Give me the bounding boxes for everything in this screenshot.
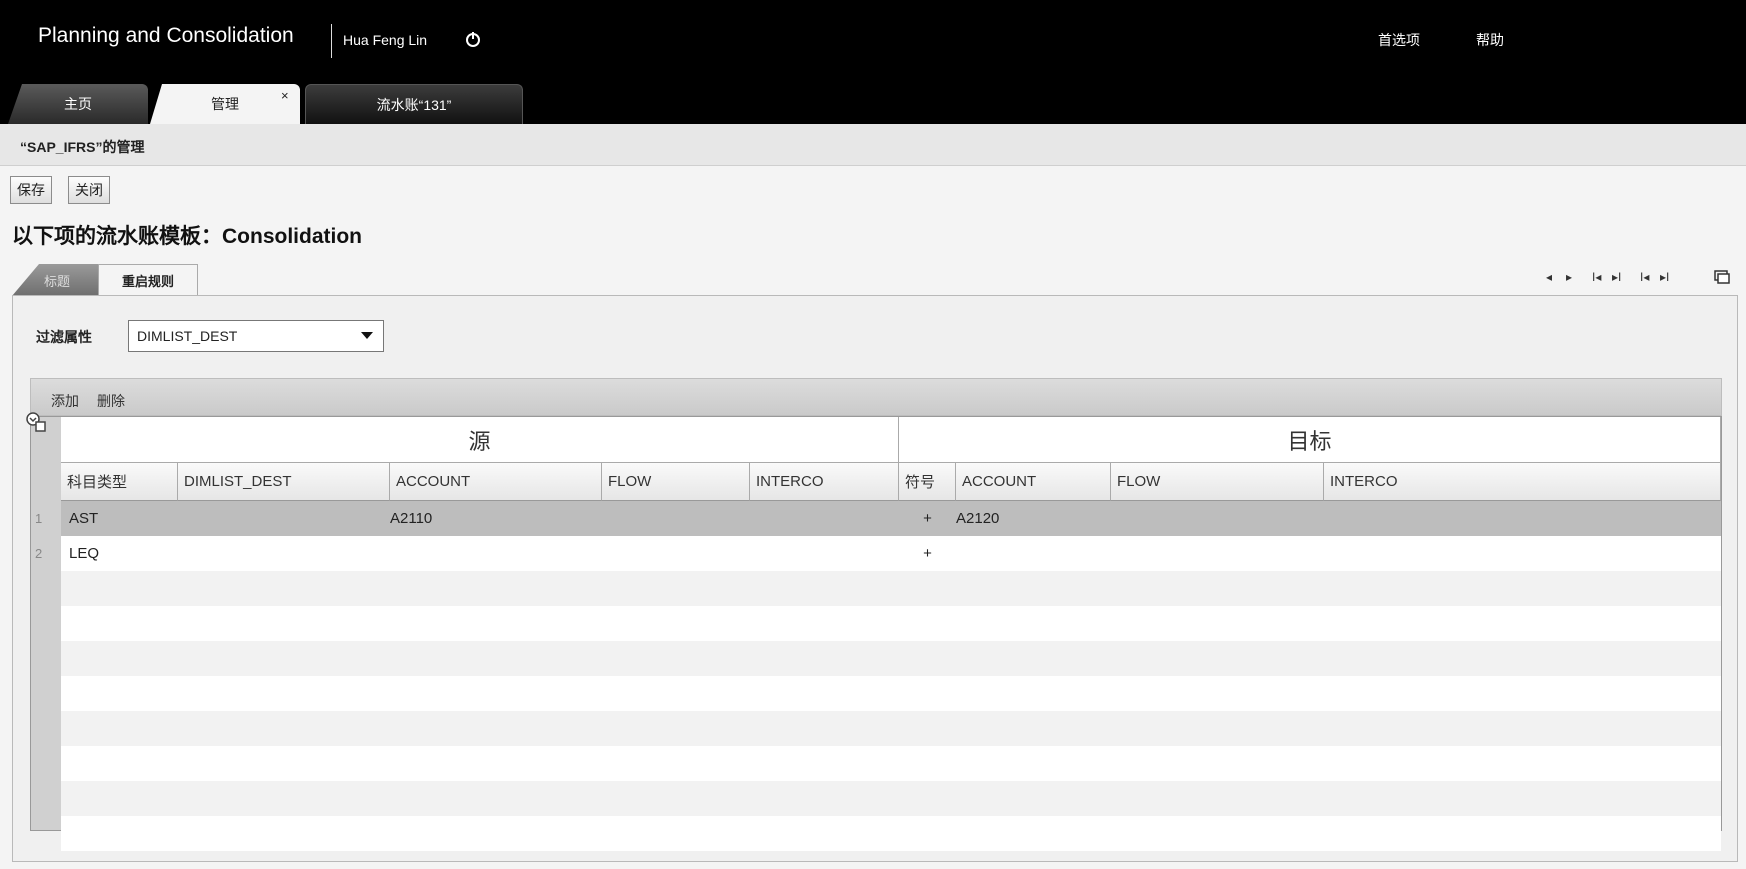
table-row[interactable] xyxy=(61,606,1721,641)
col-header-dimlist-dest[interactable]: DIMLIST_DEST xyxy=(178,463,390,501)
col-header-target-interco[interactable]: INTERCO xyxy=(1324,463,1721,501)
save-button[interactable]: 保存 xyxy=(10,176,52,204)
row-number-column xyxy=(31,417,61,830)
tab-journal[interactable]: 流水账“131” xyxy=(305,84,523,124)
table-cell[interactable]: + xyxy=(899,536,956,571)
table-cell[interactable]: A2120 xyxy=(956,501,999,536)
top-bar: Planning and Consolidation Hua Feng Lin … xyxy=(0,0,1746,124)
chevron-down-icon[interactable] xyxy=(361,332,373,339)
filter-value: DIMLIST_DEST xyxy=(137,328,238,344)
power-icon[interactable] xyxy=(464,30,482,48)
source-group-header: 源 xyxy=(61,417,899,463)
tab-title[interactable]: 标题 xyxy=(12,264,102,296)
add-button[interactable]: 添加 xyxy=(51,391,79,411)
close-button[interactable]: 关闭 xyxy=(68,176,110,204)
table-row[interactable] xyxy=(61,746,1721,781)
tab-close-icon[interactable]: × xyxy=(281,88,289,103)
table-row[interactable]: 2 LEQ + xyxy=(35,536,1721,571)
table-row[interactable] xyxy=(61,641,1721,676)
user-name: Hua Feng Lin xyxy=(343,32,428,48)
filter-label: 过滤属性 xyxy=(36,329,92,345)
table-cell[interactable]: A2110 xyxy=(390,501,432,536)
table-row[interactable] xyxy=(61,816,1721,851)
col-header-source-interco[interactable]: INTERCO xyxy=(750,463,899,501)
table-cell[interactable]: + xyxy=(899,501,956,536)
window-icon[interactable] xyxy=(1714,270,1730,284)
row-number: 2 xyxy=(35,546,43,561)
filter-select[interactable]: DIMLIST_DEST xyxy=(128,320,384,352)
page-title: 以下项的流水账模板：Consolidation xyxy=(12,225,362,248)
grid-toolbar: 添加 删除 xyxy=(30,378,1722,416)
table-cell[interactable]: AST xyxy=(69,501,98,536)
tab-home[interactable]: 主页 xyxy=(8,84,148,124)
table-settings-icon[interactable] xyxy=(25,411,47,433)
tab-rules[interactable]: 重启规则 xyxy=(98,264,198,296)
next-icon[interactable]: ▸ xyxy=(1566,270,1572,284)
col-header-account-type[interactable]: 科目类型 xyxy=(61,463,178,501)
last-page-icon[interactable]: ▸I xyxy=(1612,270,1621,284)
prev-icon[interactable]: ◂ xyxy=(1546,270,1552,284)
first-page-icon[interactable]: I◂ xyxy=(1592,270,1601,284)
col-header-source-account[interactable]: ACCOUNT xyxy=(390,463,602,501)
table-row[interactable] xyxy=(61,781,1721,816)
target-group-header: 目标 xyxy=(899,417,1721,463)
app-title: Planning and Consolidation xyxy=(38,24,294,47)
table-row[interactable] xyxy=(61,676,1721,711)
col-header-target-flow[interactable]: FLOW xyxy=(1111,463,1324,501)
first-record-icon[interactable]: I◂ xyxy=(1640,270,1649,284)
table-row[interactable] xyxy=(61,711,1721,746)
table-row[interactable]: 1 AST A2110 + A2120 xyxy=(35,501,1721,536)
row-number: 1 xyxy=(35,511,43,526)
delete-button[interactable]: 删除 xyxy=(97,391,125,411)
col-header-source-flow[interactable]: FLOW xyxy=(602,463,750,501)
preferences-link[interactable]: 首选项 xyxy=(1378,30,1420,50)
help-link[interactable]: 帮助 xyxy=(1476,30,1504,50)
last-record-icon[interactable]: ▸I xyxy=(1660,270,1669,284)
rules-table: 源 目标 科目类型 DIMLIST_DEST ACCOUNT FLOW INTE… xyxy=(26,412,1722,851)
col-header-target-account[interactable]: ACCOUNT xyxy=(956,463,1111,501)
title-separator xyxy=(331,24,332,58)
tab-manage[interactable]: 管理 xyxy=(150,84,300,124)
table-cell[interactable]: LEQ xyxy=(69,536,99,571)
breadcrumb: “SAP_IFRS”的管理 xyxy=(20,139,145,155)
table-row[interactable] xyxy=(61,571,1721,606)
breadcrumb-bar: “SAP_IFRS”的管理 xyxy=(0,124,1746,166)
col-header-sign[interactable]: 符号 xyxy=(899,463,956,501)
